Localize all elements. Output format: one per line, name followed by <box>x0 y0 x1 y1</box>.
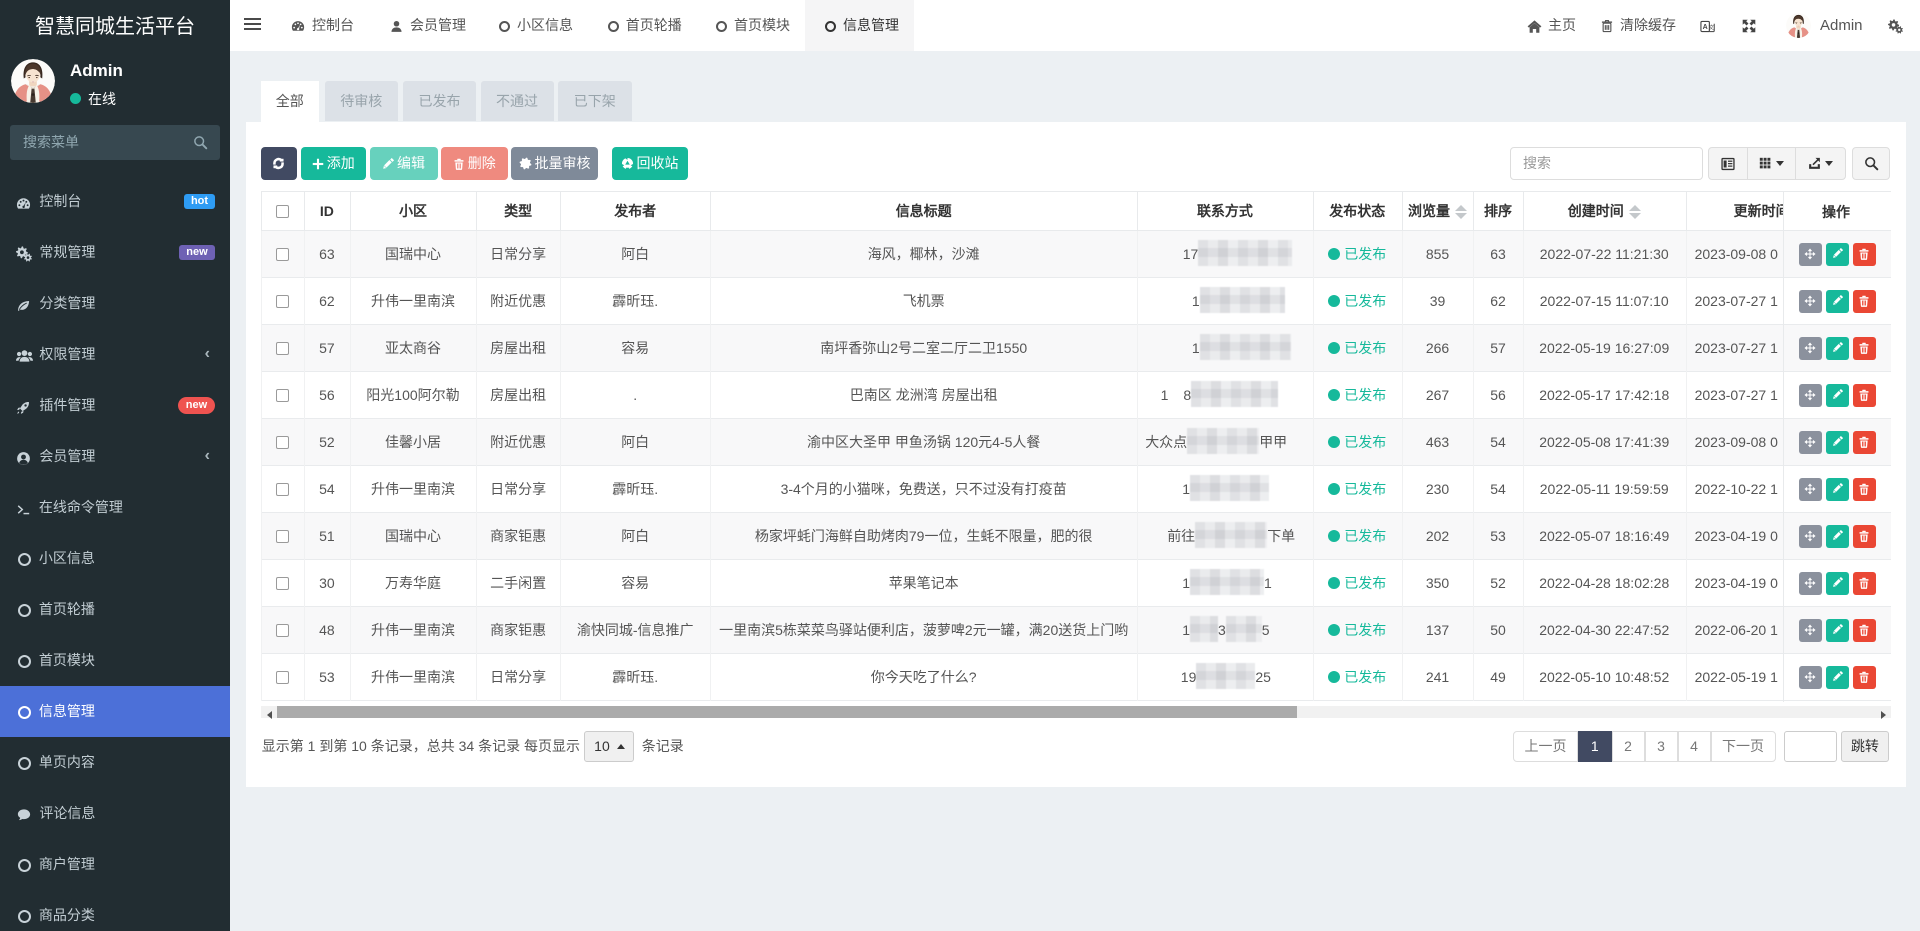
svg-text:A: A <box>1703 24 1708 31</box>
svg-text:文: 文 <box>1708 23 1714 31</box>
